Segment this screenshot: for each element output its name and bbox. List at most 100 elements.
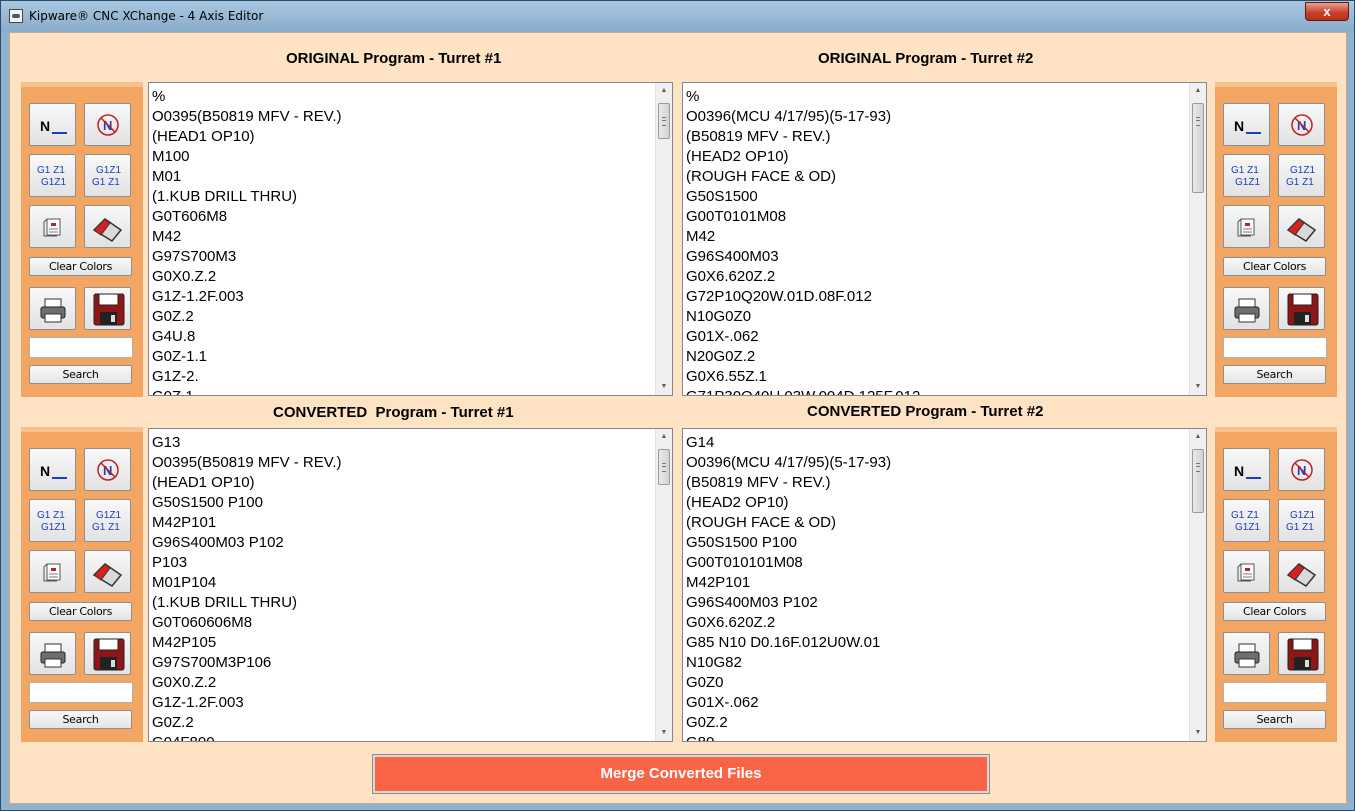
join-blocks-button[interactable]: G1Z1 G1 Z1 — [84, 499, 131, 542]
code-line: G97S700M3P106 — [152, 654, 272, 671]
scroll-thumb[interactable] — [1192, 103, 1204, 193]
save-icon — [1287, 293, 1319, 326]
renumber-icon: N — [40, 463, 50, 479]
erase-icon — [1286, 218, 1317, 242]
svg-text:G1Z1: G1Z1 — [41, 177, 66, 188]
close-button[interactable]: x — [1305, 2, 1349, 21]
clear-colors-button[interactable]: Clear Colors — [1223, 257, 1326, 276]
delete-numbers-button[interactable]: N — [84, 103, 131, 146]
print-icon — [40, 643, 66, 668]
search-input[interactable] — [1223, 682, 1327, 703]
svg-text:G1 Z1: G1 Z1 — [1286, 177, 1314, 188]
erase-button[interactable] — [1278, 550, 1325, 593]
erase-icon — [1286, 563, 1317, 587]
open-file-icon — [43, 218, 61, 237]
svg-text:G1Z1: G1Z1 — [1235, 177, 1260, 188]
clear-colors-button[interactable]: Clear Colors — [29, 257, 132, 276]
svg-text:G1 Z1: G1 Z1 — [37, 165, 65, 176]
renumber-button[interactable]: N — [29, 448, 76, 491]
scroll-down-arrow-icon[interactable]: ▼ — [1190, 725, 1206, 741]
erase-button[interactable] — [84, 550, 131, 593]
open-file-button[interactable] — [1223, 550, 1270, 593]
toolbar-converted-2: N N G1 Z1G1Z1 G1Z1G1 Z1 Clear Colors — [1215, 427, 1337, 742]
save-button[interactable] — [84, 287, 131, 330]
code-line: G50S1500 — [686, 188, 758, 205]
search-button[interactable]: Search — [1223, 710, 1326, 729]
merge-converted-files-button[interactable]: Merge Converted Files — [372, 754, 990, 794]
scroll-thumb[interactable] — [658, 103, 670, 139]
scroll-up-arrow-icon[interactable]: ▲ — [1190, 83, 1206, 99]
delete-numbers-button[interactable]: N — [84, 448, 131, 491]
code-line: G1Z-1.2F.003 — [152, 694, 244, 711]
renumber-button[interactable]: N — [29, 103, 76, 146]
scroll-down-arrow-icon[interactable]: ▼ — [656, 725, 672, 741]
open-file-button[interactable] — [1223, 205, 1270, 248]
vertical-scrollbar[interactable]: ▲ ▼ — [655, 83, 672, 395]
search-button[interactable]: Search — [29, 365, 132, 384]
print-button[interactable] — [1223, 632, 1270, 675]
code-line: G96S400M03 — [686, 248, 779, 265]
svg-text:G1Z1: G1Z1 — [96, 510, 121, 521]
original-turret-2-editor[interactable]: % O0396(MCU 4/17/95)(5-17-93) (B50819 MFV … — [682, 82, 1207, 396]
code-line: M01P104 — [152, 574, 217, 591]
delete-numbers-button[interactable]: N — [1278, 448, 1325, 491]
save-button[interactable] — [1278, 287, 1325, 330]
converted-turret-1-editor[interactable]: G13 O0395(B50819 MFV - REV.) (HEAD1 OP10) G… — [148, 428, 673, 742]
code-line: (HEAD2 OP10) — [686, 148, 789, 165]
scroll-thumb[interactable] — [658, 449, 670, 485]
scroll-down-arrow-icon[interactable]: ▼ — [656, 379, 672, 395]
clear-colors-button[interactable]: Clear Colors — [29, 602, 132, 621]
save-button[interactable] — [1278, 632, 1325, 675]
code-line: M42P105 — [152, 634, 217, 651]
code-lines: % O0395(B50819 MFV - REV.) (HEAD1 OP10) M10… — [152, 87, 654, 395]
original-turret-1-editor[interactable]: % O0395(B50819 MFV - REV.) (HEAD1 OP10) M10… — [148, 82, 673, 396]
code-line: (1.KUB DRILL THRU) — [152, 594, 298, 611]
search-button[interactable]: Search — [1223, 365, 1326, 384]
code-line: G0Z.1 — [152, 387, 654, 395]
save-icon — [1287, 638, 1319, 671]
scroll-up-arrow-icon[interactable]: ▲ — [1190, 429, 1206, 445]
join-blocks-button[interactable]: G1Z1 G1 Z1 — [1278, 499, 1325, 542]
code-line: (B50819 MFV - REV.) — [686, 474, 831, 491]
vertical-scrollbar[interactable]: ▲ ▼ — [655, 429, 672, 741]
renumber-button[interactable]: N — [1223, 448, 1270, 491]
vertical-scrollbar[interactable]: ▲ ▼ — [1189, 83, 1206, 395]
erase-button[interactable] — [84, 205, 131, 248]
scroll-up-arrow-icon[interactable]: ▲ — [656, 429, 672, 445]
vertical-scrollbar[interactable]: ▲ ▼ — [1189, 429, 1206, 741]
save-icon — [93, 293, 125, 326]
renumber-button[interactable]: N — [1223, 103, 1270, 146]
converted-turret-1-title: CONVERTED Program - Turret #1 — [273, 404, 514, 421]
code-line: G1Z-1.2F.003 — [152, 288, 244, 305]
split-blocks-button[interactable]: G1 Z1 G1Z1 — [1223, 499, 1270, 542]
join-blocks-button[interactable]: G1Z1 G1 Z1 — [1278, 154, 1325, 197]
erase-icon — [92, 563, 123, 587]
clear-colors-button[interactable]: Clear Colors — [1223, 602, 1326, 621]
scroll-up-arrow-icon[interactable]: ▲ — [656, 83, 672, 99]
split-blocks-button[interactable]: G1 Z1 G1Z1 — [29, 499, 76, 542]
scroll-down-arrow-icon[interactable]: ▼ — [1190, 379, 1206, 395]
search-input[interactable] — [29, 337, 133, 358]
search-button[interactable]: Search — [29, 710, 132, 729]
open-file-button[interactable] — [29, 550, 76, 593]
search-input[interactable] — [1223, 337, 1327, 358]
split-blocks-button[interactable]: G1 Z1 G1Z1 — [29, 154, 76, 197]
code-line: (ROUGH FACE & OD) — [686, 168, 837, 185]
code-line: G4U.8 — [152, 328, 196, 345]
svg-text:G1 Z1: G1 Z1 — [92, 177, 120, 188]
code-line: G50S1500 P100 — [152, 494, 263, 511]
code-line: (HEAD1 OP10) — [152, 128, 255, 145]
print-button[interactable] — [29, 287, 76, 330]
join-blocks-button[interactable]: G1Z1 G1 Z1 — [84, 154, 131, 197]
search-input[interactable] — [29, 682, 133, 703]
print-button[interactable] — [1223, 287, 1270, 330]
print-button[interactable] — [29, 632, 76, 675]
split-blocks-button[interactable]: G1 Z1 G1Z1 — [1223, 154, 1270, 197]
delete-numbers-button[interactable]: N — [1278, 103, 1325, 146]
scroll-thumb[interactable] — [1192, 449, 1204, 513]
erase-button[interactable] — [1278, 205, 1325, 248]
open-file-button[interactable] — [29, 205, 76, 248]
split-blocks-icon: G1 Z1G1Z1 — [1231, 165, 1260, 188]
save-button[interactable] — [84, 632, 131, 675]
converted-turret-2-editor[interactable]: G14 O0396(MCU 4/17/95)(5-17-93) (B50819 MF… — [682, 428, 1207, 742]
